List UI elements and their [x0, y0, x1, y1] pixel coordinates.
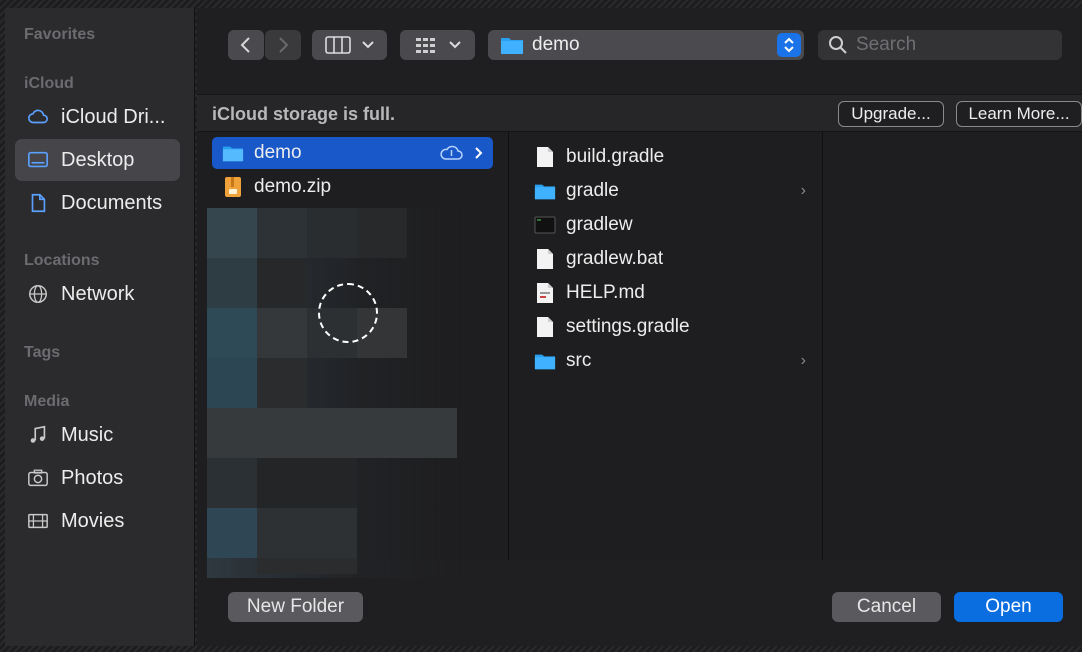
sidebar-item-label: Documents — [61, 191, 163, 214]
location-popup[interactable]: demo — [488, 30, 804, 60]
chevron-down-icon — [361, 41, 374, 49]
folder-icon — [222, 142, 244, 164]
list-item[interactable]: src › — [534, 345, 814, 377]
chevron-right-icon: › — [800, 352, 806, 369]
column-1: demo demo.zip — [197, 132, 509, 578]
folder-icon — [534, 350, 556, 372]
item-name: gradle — [566, 180, 619, 201]
list-item[interactable]: settings.gradle — [534, 311, 814, 343]
cloud-icon — [27, 106, 49, 128]
item-name: settings.gradle — [566, 316, 690, 337]
sidebar-item-icloud-drive[interactable]: iCloud Dri... — [15, 96, 180, 138]
sidebar-item-label: iCloud Dri... — [61, 105, 166, 128]
banner-message: iCloud storage is full. — [212, 104, 396, 124]
sidebar-item-movies[interactable]: Movies — [15, 500, 180, 542]
learn-more-button[interactable]: Learn More... — [956, 101, 1082, 127]
item-name: demo — [254, 142, 302, 163]
sidebar-item-documents[interactable]: Documents — [15, 182, 180, 224]
sidebar-item-label: Network — [61, 282, 135, 305]
sidebar-item-label: Photos — [61, 466, 124, 489]
list-item[interactable]: demo — [212, 137, 493, 169]
desktop-icon — [27, 149, 49, 171]
locations-heading: Locations — [24, 252, 100, 269]
icloud-download-icon[interactable] — [439, 144, 465, 162]
document-icon — [27, 192, 49, 214]
location-stepper[interactable] — [777, 33, 801, 57]
search-icon — [829, 36, 847, 54]
chevron-down-icon — [448, 41, 461, 49]
item-name: demo.zip — [254, 176, 332, 197]
view-mode-button[interactable] — [312, 30, 387, 60]
column-2: build.gradle gradle › gradlew gradlew.ba… — [510, 132, 823, 560]
film-icon — [27, 510, 49, 532]
icloud-storage-banner: iCloud storage is full. Upgrade... Learn… — [197, 94, 1082, 132]
column-3 — [824, 132, 1082, 560]
media-heading: Media — [24, 393, 70, 410]
group-button[interactable] — [400, 30, 475, 60]
camera-icon — [27, 467, 49, 489]
grid-icon — [415, 38, 435, 53]
globe-icon — [27, 283, 49, 305]
document-icon — [534, 316, 556, 338]
cursor-indicator — [318, 283, 378, 343]
document-icon — [534, 248, 556, 270]
list-item[interactable]: gradlew.bat — [534, 243, 814, 275]
new-folder-button[interactable]: New Folder — [228, 592, 363, 622]
upgrade-button[interactable]: Upgrade... — [838, 101, 944, 127]
item-name: gradlew — [566, 214, 633, 235]
open-button[interactable]: Open — [954, 592, 1063, 622]
item-name: HELP.md — [566, 282, 645, 303]
sidebar-item-music[interactable]: Music — [15, 414, 180, 456]
search-input[interactable] — [856, 34, 1046, 56]
cancel-button[interactable]: Cancel — [832, 592, 941, 622]
sidebar-item-label: Desktop — [61, 148, 135, 171]
list-item[interactable]: HELP.md — [534, 277, 814, 309]
list-item[interactable]: gradlew — [534, 209, 814, 241]
sidebar-item-label: Music — [61, 423, 114, 446]
item-name: src — [566, 350, 592, 371]
favorites-heading: Favorites — [24, 26, 96, 43]
sidebar: Favorites iCloud iCloud Dri... Desktop D… — [5, 8, 195, 646]
forward-button[interactable] — [265, 30, 301, 60]
zip-archive-icon — [222, 176, 244, 198]
list-item[interactable]: build.gradle — [534, 141, 814, 173]
chevron-right-icon — [279, 37, 289, 53]
item-name: gradlew.bat — [566, 248, 664, 269]
columns-view-icon — [324, 36, 351, 54]
chevron-left-icon — [240, 37, 250, 53]
search-field[interactable] — [818, 30, 1062, 60]
back-button[interactable] — [228, 30, 264, 60]
chevron-right-icon — [475, 147, 483, 159]
sidebar-item-photos[interactable]: Photos — [15, 457, 180, 499]
sidebar-item-desktop[interactable]: Desktop — [15, 139, 180, 181]
document-icon — [534, 146, 556, 168]
up-down-chevron-icon — [784, 37, 794, 53]
sidebar-item-network[interactable]: Network — [15, 273, 180, 315]
list-item[interactable]: gradle › — [534, 175, 814, 207]
folder-icon — [534, 180, 556, 202]
item-name: build.gradle — [566, 146, 665, 167]
list-item[interactable]: demo.zip — [212, 171, 493, 203]
sidebar-item-label: Movies — [61, 509, 125, 532]
icloud-heading: iCloud — [24, 75, 74, 92]
markdown-file-icon — [534, 282, 556, 304]
location-label: demo — [532, 34, 580, 55]
folder-icon — [501, 38, 523, 54]
tags-heading: Tags — [24, 344, 61, 361]
chevron-right-icon: › — [800, 182, 806, 199]
music-note-icon — [27, 424, 49, 446]
terminal-icon — [534, 214, 556, 236]
redacted-region — [207, 208, 462, 578]
